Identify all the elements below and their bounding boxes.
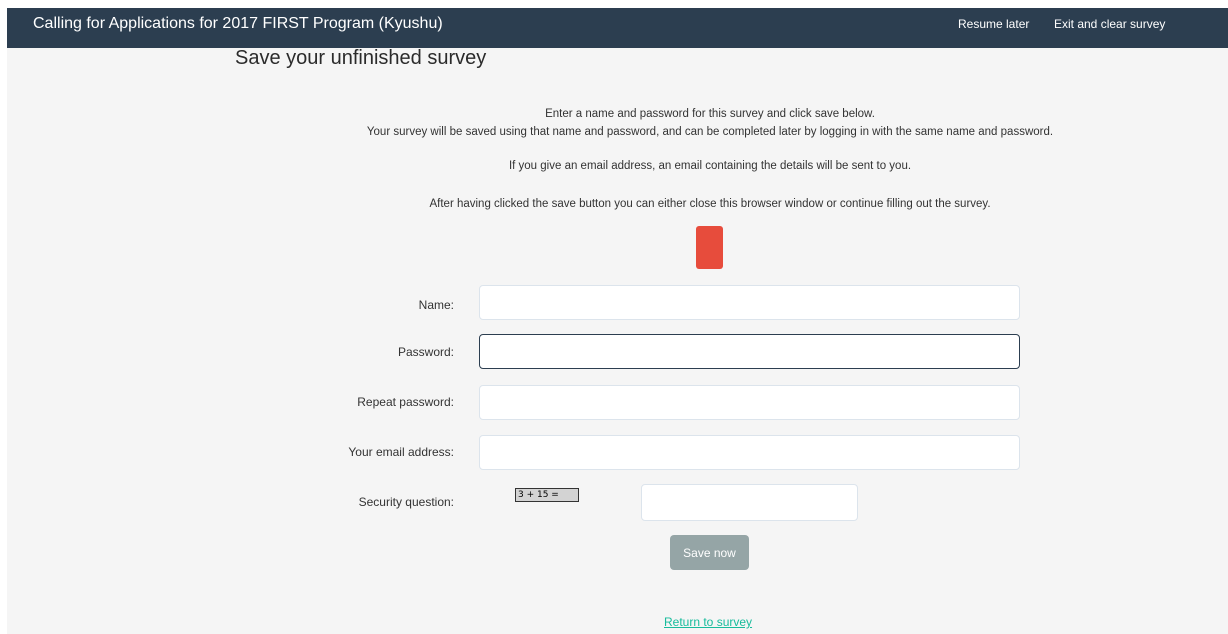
error-alert-box <box>696 226 723 269</box>
return-to-survey-link[interactable]: Return to survey <box>664 615 752 629</box>
name-field[interactable] <box>479 285 1020 320</box>
password-label: Password: <box>397 345 454 359</box>
page-background <box>7 8 1228 634</box>
info-text-4: After having clicked the save button you… <box>429 198 991 210</box>
page-title: Save your unfinished survey <box>235 47 487 69</box>
info-text-3: If you give an email address, an email c… <box>508 160 912 172</box>
save-now-button[interactable]: Save now <box>670 535 749 570</box>
info-text-1: Enter a name and password for this surve… <box>545 108 875 120</box>
captcha-image: 3 + 15 = <box>515 488 579 502</box>
top-navbar: Calling for Applications for 2017 FIRST … <box>7 8 1228 48</box>
name-label: Name: <box>418 298 454 312</box>
email-field[interactable] <box>479 435 1020 470</box>
repeat-password-field[interactable] <box>479 385 1020 420</box>
exit-clear-survey-link[interactable]: Exit and clear survey <box>1054 8 1165 40</box>
info-text-2: Your survey will be saved using that nam… <box>366 126 1054 138</box>
security-question-label: Security question: <box>358 495 454 509</box>
password-field[interactable] <box>479 334 1020 369</box>
resume-later-link[interactable]: Resume later <box>958 8 1029 40</box>
email-label: Your email address: <box>348 445 454 459</box>
repeat-password-label: Repeat password: <box>357 395 454 409</box>
captcha-answer-field[interactable] <box>641 484 858 521</box>
survey-title: Calling for Applications for 2017 FIRST … <box>33 15 443 32</box>
